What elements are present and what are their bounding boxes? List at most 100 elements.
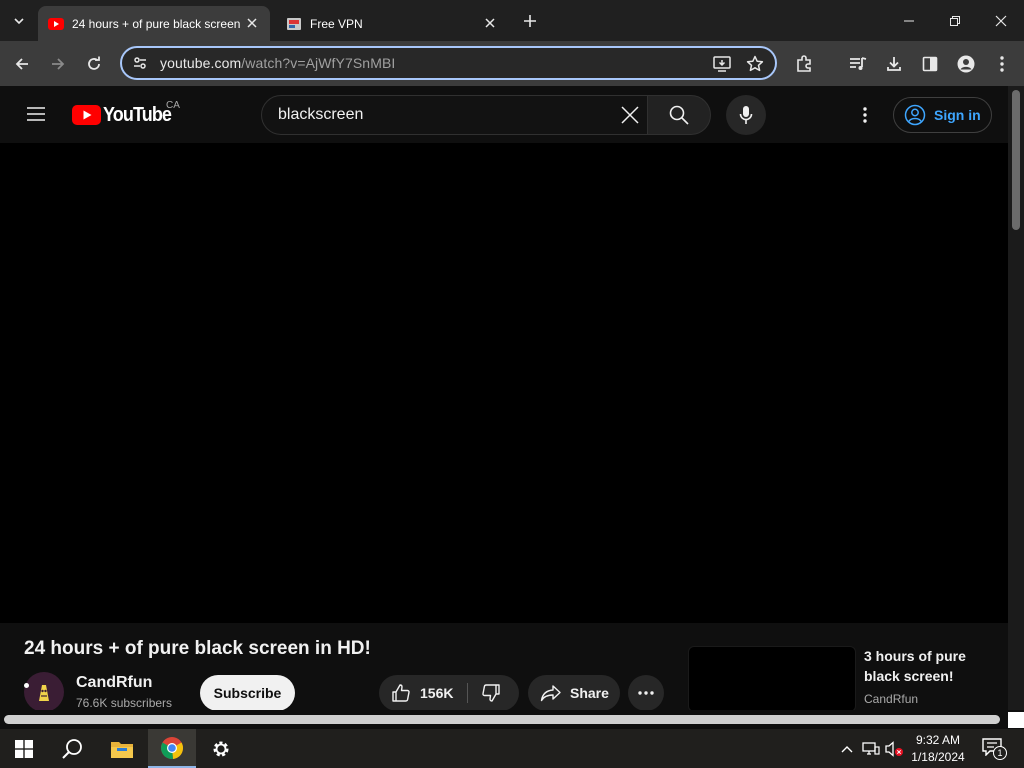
- page-scrollbar[interactable]: [1008, 86, 1024, 710]
- chrome-taskbar-button[interactable]: [148, 729, 196, 768]
- back-button[interactable]: [9, 51, 35, 77]
- subscribe-button[interactable]: Subscribe: [200, 675, 295, 711]
- youtube-favicon-icon: [48, 16, 64, 32]
- voice-search-button[interactable]: [726, 95, 766, 135]
- reload-icon: [88, 56, 100, 70]
- thumbs-down-icon: [482, 684, 500, 702]
- more-vertical-icon: [1000, 56, 1004, 72]
- forward-button[interactable]: [45, 51, 71, 77]
- plus-icon: [524, 15, 536, 27]
- vpn-favicon-icon: [286, 16, 302, 32]
- channel-name[interactable]: CandRfun: [76, 674, 152, 692]
- tab-search-button[interactable]: [8, 10, 30, 32]
- tab-title: 24 hours + of pure black screen in HD!: [72, 16, 240, 31]
- file-explorer-button[interactable]: [98, 729, 146, 768]
- tab-strip: 24 hours + of pure black screen in HD! F…: [0, 0, 1024, 41]
- minimize-button[interactable]: [896, 8, 922, 34]
- more-actions-button[interactable]: [628, 675, 664, 711]
- chrome-icon: [160, 736, 184, 759]
- dislike-button[interactable]: [479, 681, 503, 705]
- gear-icon: [213, 741, 229, 756]
- taskbar-search-button[interactable]: [48, 729, 96, 768]
- avatar-dot: [24, 683, 29, 688]
- restore-button[interactable]: [942, 8, 968, 34]
- sign-in-button[interactable]: Sign in: [893, 97, 992, 133]
- share-button[interactable]: Share: [528, 675, 620, 711]
- search-query: blackscreen: [278, 106, 364, 123]
- clear-search-button[interactable]: [617, 102, 643, 128]
- chevron-down-icon: [14, 18, 24, 25]
- clock-date: 1/18/2024: [911, 750, 965, 764]
- settings-taskbar-button[interactable]: [197, 729, 245, 768]
- search-icon: [62, 738, 82, 759]
- install-app-icon[interactable]: [710, 52, 734, 76]
- windows-logo-icon: [15, 739, 33, 758]
- chevron-up-icon: [841, 746, 853, 753]
- settings-more-button[interactable]: [853, 103, 877, 127]
- video-title: 24 hours + of pure black screen in HD!: [24, 638, 371, 659]
- minimize-icon: [904, 20, 914, 22]
- channel-avatar[interactable]: [24, 672, 64, 712]
- share-icon: [540, 685, 561, 702]
- restore-icon: [950, 16, 960, 26]
- notification-count-badge: 1: [993, 746, 1007, 760]
- tab-free-vpn[interactable]: Free VPN: [276, 6, 508, 41]
- start-button[interactable]: [0, 729, 48, 768]
- close-icon: [995, 15, 1007, 27]
- show-hidden-icons-button[interactable]: [837, 739, 857, 759]
- windows-taskbar: 9:32 AM 1/18/2024 1: [0, 729, 1024, 768]
- subscriber-count: 76.6K subscribers: [76, 696, 173, 710]
- suggested-video-channel[interactable]: CandRfun: [864, 692, 918, 706]
- url-path: /watch?v=AjWfY7SnMBI: [241, 55, 396, 71]
- close-tab-icon[interactable]: [244, 15, 260, 31]
- share-label: Share: [570, 685, 609, 701]
- volume-tray-icon[interactable]: [885, 739, 905, 759]
- guide-menu-button[interactable]: [24, 102, 48, 126]
- page-scrollbar-thumb[interactable]: [1012, 90, 1020, 230]
- tab-title: Free VPN: [310, 16, 363, 31]
- account-circle-icon: [904, 104, 926, 126]
- like-dislike-group: 156K: [379, 675, 519, 711]
- tab-youtube[interactable]: 24 hours + of pure black screen in HD!: [38, 6, 270, 41]
- volume-muted-icon: [885, 741, 903, 757]
- like-button[interactable]: 156K: [379, 675, 453, 711]
- like-count: 156K: [420, 685, 454, 701]
- horizontal-scrollbar-thumb[interactable]: [4, 715, 1000, 724]
- close-tab-icon[interactable]: [482, 15, 498, 31]
- browser-menu-button[interactable]: [989, 51, 1015, 77]
- hamburger-icon: [27, 107, 45, 121]
- profile-icon: [957, 55, 975, 73]
- arrow-left-icon: [15, 58, 28, 70]
- address-bar[interactable]: youtube.com/watch?v=AjWfY7SnMBI: [120, 46, 777, 80]
- media-controls-button[interactable]: [845, 51, 871, 77]
- close-window-button[interactable]: [988, 8, 1014, 34]
- horizontal-scrollbar[interactable]: [0, 710, 1024, 730]
- site-info-icon[interactable]: [128, 51, 152, 75]
- suggested-video-thumbnail[interactable]: [688, 646, 856, 712]
- extensions-button[interactable]: [791, 51, 817, 77]
- search-icon: [669, 105, 689, 125]
- downloads-button[interactable]: [881, 51, 907, 77]
- download-icon: [887, 57, 901, 71]
- profile-button[interactable]: [953, 51, 979, 77]
- close-icon: [621, 106, 639, 124]
- sign-in-label: Sign in: [934, 107, 981, 123]
- search-button[interactable]: [647, 95, 711, 135]
- side-panel-button[interactable]: [917, 51, 943, 77]
- scrollbar-corner: [1008, 712, 1024, 728]
- thumbs-up-icon: [392, 684, 410, 702]
- puzzle-icon: [797, 55, 811, 72]
- suggested-video-title[interactable]: 3 hours of pure black screen!: [864, 646, 994, 686]
- divider: [467, 683, 468, 703]
- network-tray-icon[interactable]: [861, 739, 881, 759]
- search-input[interactable]: blackscreen: [261, 95, 648, 135]
- country-code: CA: [166, 100, 180, 111]
- new-tab-button[interactable]: [519, 10, 541, 32]
- bookmark-star-icon[interactable]: [743, 52, 767, 76]
- playlist-icon: [850, 57, 867, 70]
- video-player[interactable]: [0, 143, 1008, 623]
- browser-toolbar: youtube.com/watch?v=AjWfY7SnMBI: [0, 41, 1024, 86]
- youtube-logo[interactable]: YouTube: [72, 102, 179, 128]
- reload-button[interactable]: [81, 51, 107, 77]
- taskbar-clock[interactable]: 9:32 AM 1/18/2024: [908, 732, 968, 766]
